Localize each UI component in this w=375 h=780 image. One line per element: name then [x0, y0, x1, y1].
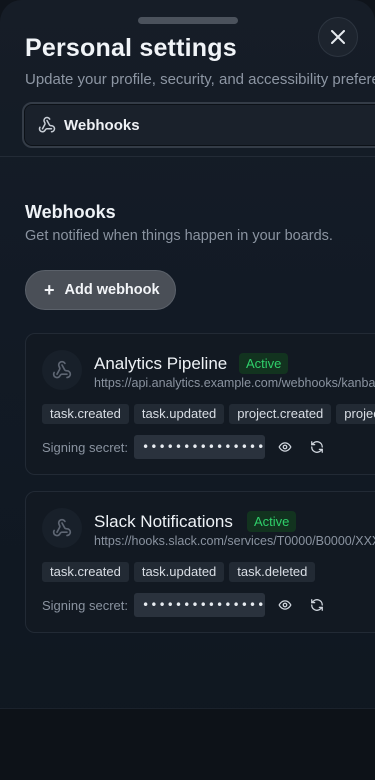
- event-tags: task.created task.updated task.deleted: [42, 562, 316, 582]
- webhook-avatar: [42, 350, 82, 390]
- eye-icon: [278, 442, 292, 452]
- divider: [0, 156, 375, 157]
- regenerate-secret-button[interactable]: [305, 593, 329, 617]
- signing-secret-label: Signing secret:: [42, 597, 128, 613]
- regenerate-secret-button[interactable]: [305, 435, 329, 459]
- signing-secret-row: Signing secret: ••••••••••••••••: [42, 593, 329, 617]
- event-tag: project.updated: [336, 404, 375, 424]
- refresh-icon: [311, 599, 323, 611]
- section-select-value: Webhooks: [64, 116, 140, 134]
- eye-icon: [278, 600, 292, 610]
- add-webhook-label: Add webhook: [64, 282, 160, 298]
- signing-secret-value: ••••••••••••••••: [134, 435, 265, 459]
- status-badge: Active: [239, 353, 289, 374]
- webhook-avatar: [42, 508, 82, 548]
- event-tags: task.created task.updated project.create…: [42, 404, 375, 424]
- signing-secret-row: Signing secret: ••••••••••••••••: [42, 435, 329, 459]
- event-tag: task.updated: [133, 404, 225, 424]
- settings-sheet: Personal settings Update your profile, s…: [0, 0, 375, 780]
- event-tag: task.created: [42, 404, 129, 424]
- add-webhook-button[interactable]: + Add webhook: [25, 270, 176, 310]
- signing-secret-value: ••••••••••••••••: [134, 593, 265, 617]
- page-title: Personal settings: [25, 34, 237, 62]
- drag-handle[interactable]: [138, 17, 238, 24]
- webhook-icon: [38, 116, 56, 133]
- section-select[interactable]: Webhooks: [22, 102, 375, 148]
- event-tag: task.created: [42, 562, 129, 582]
- status-badge: Active: [247, 511, 297, 532]
- page-subtitle: Update your profile, security, and acces…: [25, 71, 375, 88]
- event-tag: project.created: [229, 404, 332, 424]
- event-tag: task.deleted: [229, 562, 316, 582]
- webhook-icon: [52, 360, 72, 379]
- bottom-panel: [0, 708, 375, 780]
- webhook-name: Slack Notifications: [94, 512, 233, 531]
- close-icon: [331, 30, 345, 44]
- refresh-icon: [311, 441, 323, 453]
- webhook-url: https://hooks.slack.com/services/T0000/B…: [94, 534, 375, 548]
- reveal-secret-button[interactable]: [273, 435, 297, 459]
- event-tag: task.updated: [133, 562, 225, 582]
- close-button[interactable]: [318, 17, 358, 57]
- reveal-secret-button[interactable]: [273, 593, 297, 617]
- webhook-card: Slack Notifications Active https://hooks…: [25, 491, 375, 633]
- webhook-name: Analytics Pipeline: [94, 354, 228, 373]
- webhook-url: https://api.analytics.example.com/webhoo…: [94, 376, 375, 390]
- webhook-icon: [52, 518, 72, 537]
- plus-icon: +: [44, 280, 55, 300]
- webhook-card: Analytics Pipeline Active https://api.an…: [25, 333, 375, 475]
- section-subtitle: Get notified when things happen in your …: [25, 228, 333, 244]
- signing-secret-label: Signing secret:: [42, 439, 128, 455]
- section-title: Webhooks: [25, 202, 116, 222]
